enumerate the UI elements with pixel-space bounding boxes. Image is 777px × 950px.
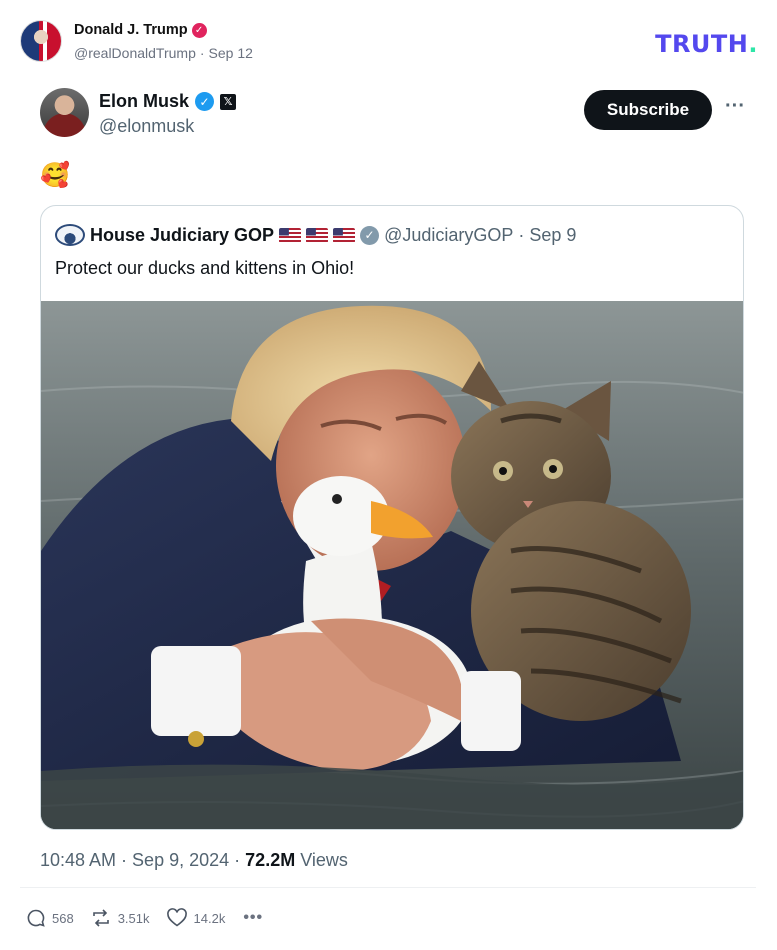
x-author-avatar[interactable] xyxy=(40,88,89,137)
more-actions-icon[interactable]: ••• xyxy=(243,909,263,927)
avatar[interactable] xyxy=(20,20,62,62)
author-name[interactable]: Donald J. Trump xyxy=(74,22,188,38)
post-timestamp[interactable]: 10:48 AM · Sep 9, 2024 · 72.2M Views xyxy=(40,850,348,871)
timestamp-text: 10:48 AM · Sep 9, 2024 xyxy=(40,850,230,870)
heart-icon xyxy=(166,908,187,927)
author-name-row: Donald J. Trump ✓ xyxy=(74,22,207,38)
post-date[interactable]: Sep 12 xyxy=(209,45,253,61)
author-handle[interactable]: @realDonaldTrump xyxy=(74,45,196,61)
quoted-author-handle: @JudiciaryGOP xyxy=(384,224,514,245)
views-count: 72.2M xyxy=(245,850,296,870)
truth-logo[interactable]: TRUTH. xyxy=(655,30,758,58)
retruth-icon xyxy=(92,909,109,927)
quoted-post-card[interactable]: House Judiciary GOP ✓ @JudiciaryGOP · Se… xyxy=(40,205,744,830)
more-options-icon[interactable]: ··· xyxy=(724,94,746,124)
us-flag-icon xyxy=(333,227,356,243)
author-meta: @realDonaldTrump · Sep 12 xyxy=(74,45,253,61)
retruth-button[interactable]: 3.51k xyxy=(90,908,150,928)
retruth-count: 3.51k xyxy=(117,910,150,926)
quoted-author-name: House Judiciary GOP xyxy=(90,224,275,245)
post-body-emoji: 🥰 xyxy=(40,162,70,189)
meta-separator: · xyxy=(199,45,205,61)
photo-illustration xyxy=(41,301,743,829)
subscribe-button[interactable]: Subscribe xyxy=(584,90,712,130)
verified-check-icon: ✓ xyxy=(195,92,215,111)
quoted-separator: · xyxy=(518,224,525,245)
verified-badge-icon: ✓ xyxy=(191,22,207,38)
reply-button[interactable]: 568 xyxy=(26,908,74,928)
x-author-handle[interactable]: @elonmusk xyxy=(99,116,194,137)
x-post-author: Elon Musk ✓ 𝕏 @elonmusk Subscribe ··· xyxy=(40,88,750,144)
gray-verified-icon: ✓ xyxy=(360,225,380,245)
reply-icon xyxy=(27,909,45,927)
reply-count: 568 xyxy=(52,910,74,926)
quoted-post-header: House Judiciary GOP ✓ @JudiciaryGOP · Se… xyxy=(55,224,576,246)
truth-logo-text: TRUTH xyxy=(655,30,749,58)
x-author-name[interactable]: Elon Musk xyxy=(99,91,189,112)
truth-logo-dot: . xyxy=(748,30,758,58)
divider xyxy=(20,887,756,888)
quoted-post-text: Protect our ducks and kittens in Ohio! xyxy=(55,258,355,278)
like-count: 14.2k xyxy=(193,910,226,926)
views-label: Views xyxy=(300,850,348,870)
quoted-date: Sep 9 xyxy=(529,224,577,245)
x-author-name-row: Elon Musk ✓ 𝕏 xyxy=(99,91,237,112)
like-button[interactable]: 14.2k xyxy=(166,908,226,928)
timestamp-separator: · xyxy=(234,850,241,870)
us-flag-icon xyxy=(306,227,329,243)
us-flag-icon xyxy=(279,227,302,243)
x-logo-icon: 𝕏 xyxy=(220,93,237,110)
quoted-post-image[interactable] xyxy=(41,301,743,829)
action-bar: 568 3.51k 14.2k ••• xyxy=(26,908,263,928)
truth-post-header: Donald J. Trump ✓ @realDonaldTrump · Sep… xyxy=(20,18,760,66)
house-judiciary-logo-icon xyxy=(55,224,85,246)
